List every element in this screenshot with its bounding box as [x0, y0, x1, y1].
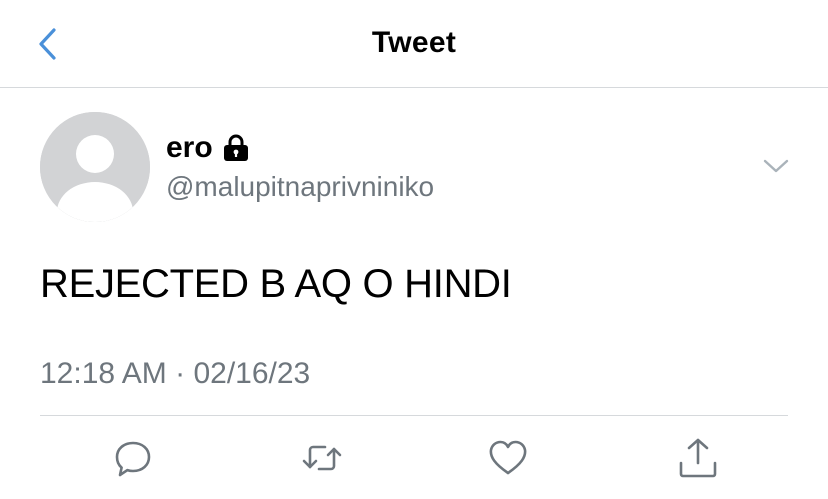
reply-icon: [111, 436, 155, 480]
meta-separator: ·: [175, 357, 186, 390]
author-name-row: ero: [166, 130, 250, 166]
lock-icon: [222, 133, 250, 163]
tweet-text: REJECTED B AQ O HINDI: [40, 262, 512, 306]
tweet-time: 12:18 AM: [40, 357, 167, 390]
author-handle[interactable]: @malupitnaprivniniko: [166, 170, 434, 204]
avatar[interactable]: [40, 112, 150, 222]
chevron-down-icon: [760, 152, 792, 180]
divider: [40, 415, 788, 416]
reply-button[interactable]: [111, 436, 155, 480]
tweet-date: 02/16/23: [193, 357, 311, 390]
author-name[interactable]: ero: [166, 130, 213, 166]
tweet-menu-button[interactable]: [760, 152, 792, 180]
top-nav-bar: Tweet: [0, 0, 828, 88]
share-button[interactable]: [676, 436, 720, 480]
tweet-timestamp: 12:18 AM · 02/16/23: [40, 354, 310, 394]
retweet-button[interactable]: [300, 436, 344, 480]
heart-icon: [486, 436, 530, 480]
retweet-icon: [300, 436, 344, 480]
default-avatar-icon: [40, 112, 150, 222]
like-button[interactable]: [486, 436, 530, 480]
page-title: Tweet: [371, 26, 457, 59]
share-icon: [676, 436, 720, 480]
